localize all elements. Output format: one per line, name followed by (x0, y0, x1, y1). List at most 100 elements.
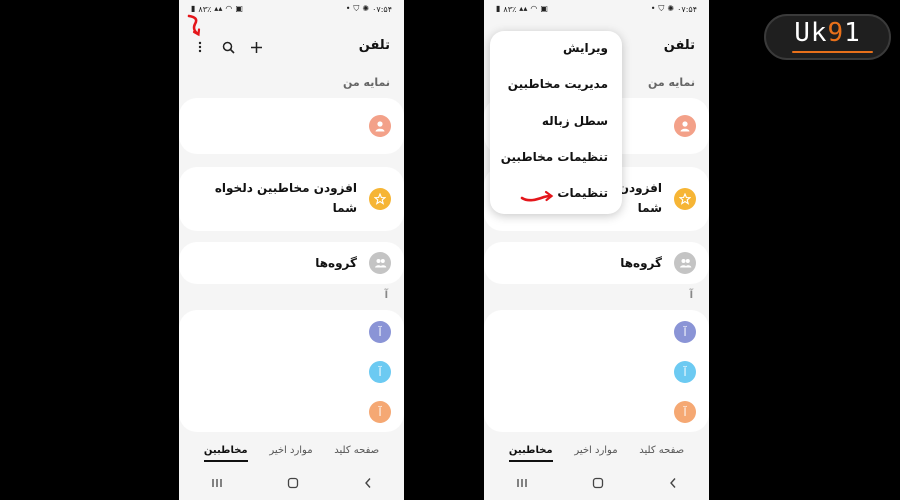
add-favorites-card[interactable]: افزودن مخاطبین دلخواه شما (179, 167, 404, 231)
recent-apps-button[interactable] (211, 477, 223, 491)
phone-screen-right: ▮ ۸۳٪ ▴▴ ◠ ▣ • ⛉ ✺ ۰۷:۵۴ تلفن نمایه من ا… (484, 0, 709, 500)
groups-card[interactable]: گروه‌ها (484, 242, 709, 284)
add-favorites-line-2: شما (332, 201, 357, 215)
menu-item-trash[interactable]: سطل زباله (542, 114, 608, 128)
sun-icon: ✺ (362, 4, 370, 13)
tab-keypad[interactable]: صفحه کلید (334, 445, 379, 460)
menu-item-edit[interactable]: ویرایش (563, 41, 608, 55)
bottom-tabs: صفحه کلید موارد اخیر مخاطبین (484, 438, 709, 466)
shield-icon: ⛉ (658, 4, 665, 13)
signal-icon: ▴▴ (519, 4, 528, 13)
wifi-icon: ◠ (530, 4, 538, 13)
tab-contacts[interactable]: مخاطبین (203, 445, 248, 462)
recent-apps-button[interactable] (516, 477, 528, 491)
shield-icon: ⛉ (353, 4, 360, 13)
back-icon (364, 477, 371, 488)
notification-dot-icon: • (650, 4, 656, 13)
contacts-list: آ آ آ (484, 310, 709, 432)
toolbar (191, 36, 265, 58)
add-favorites-line-1: افزودن مخاطبین دلخواه (214, 181, 357, 195)
logo-text-accent: 9 (827, 18, 845, 48)
groups-card[interactable]: گروه‌ها (179, 242, 404, 284)
tab-recents[interactable]: موارد اخیر (269, 445, 312, 460)
group-icon (679, 259, 691, 268)
groups-label: گروه‌ها (620, 256, 662, 270)
menu-item-contact-settings[interactable]: تنظیمات مخاطبین (501, 150, 608, 164)
search-button[interactable] (219, 36, 237, 58)
person-icon (375, 121, 385, 132)
favorites-avatar (369, 188, 391, 210)
my-profile-card[interactable] (179, 98, 404, 154)
star-icon (679, 193, 691, 205)
favorites-avatar (674, 188, 696, 210)
battery-icon: ▮ (191, 4, 196, 13)
groups-avatar (369, 252, 391, 274)
notification-dot-icon: • (345, 4, 351, 13)
home-button[interactable] (287, 477, 299, 492)
app-title: تلفن (663, 38, 695, 53)
more-options-button[interactable] (191, 36, 209, 58)
profile-section-label: نمایه من (343, 76, 390, 89)
phone-screen-left: ▮ ۸۳٪ ▴▴ ◠ ▣ • ⛉ ✺ ۰۷:۵۴ تلفن نمایه من ا… (179, 0, 404, 500)
clock: ۰۷:۵۴ (372, 4, 392, 14)
bottom-tabs: صفحه کلید موارد اخیر مخاطبین (179, 438, 404, 466)
status-bar: ▮ ۸۳٪ ▴▴ ◠ ▣ • ⛉ ✺ ۰۷:۵۴ (484, 0, 709, 18)
person-icon (680, 121, 690, 132)
logo-text: Uk91 (764, 18, 891, 48)
groups-avatar (674, 252, 696, 274)
contact-avatar[interactable]: آ (369, 321, 391, 343)
recents-icon (212, 479, 222, 487)
battery-icon: ▮ (496, 4, 501, 13)
home-button[interactable] (592, 477, 604, 492)
menu-item-manage-contacts[interactable]: مدیریت مخاطبین (508, 77, 608, 91)
sun-icon: ✺ (667, 4, 675, 13)
contact-avatar[interactable]: آ (674, 321, 696, 343)
contact-avatar[interactable]: آ (369, 401, 391, 423)
status-bar: ▮ ۸۳٪ ▴▴ ◠ ▣ • ⛉ ✺ ۰۷:۵۴ (179, 0, 404, 18)
recents-icon (517, 479, 527, 487)
image-icon: ▣ (540, 4, 548, 13)
more-vert-icon (198, 41, 202, 53)
back-button[interactable] (364, 477, 372, 492)
app-bar: تلفن (179, 30, 404, 64)
add-favorites-label: افزودن مخاطبین دلخواه شما (207, 178, 357, 218)
contact-avatar[interactable]: آ (674, 401, 696, 423)
site-logo: Uk91 (764, 14, 891, 60)
back-icon (669, 477, 676, 488)
search-icon (222, 41, 235, 54)
battery-level: ۸۳٪ (503, 4, 517, 14)
app-title: تلفن (358, 38, 390, 53)
tab-keypad[interactable]: صفحه کلید (639, 445, 684, 460)
overflow-menu: ویرایش مدیریت مخاطبین سطل زباله تنظیمات … (490, 31, 622, 214)
annotation-arrow-icon (187, 14, 201, 37)
logo-text-part: U (794, 18, 811, 48)
contact-avatar[interactable]: آ (674, 361, 696, 383)
plus-icon (250, 41, 262, 53)
menu-item-settings[interactable]: تنظیمات (557, 186, 608, 200)
alphabet-index-header: آ (689, 290, 693, 301)
profile-avatar (674, 115, 696, 137)
contact-avatar[interactable]: آ (369, 361, 391, 383)
tab-recents[interactable]: موارد اخیر (574, 445, 617, 460)
tab-contacts[interactable]: مخاطبین (508, 445, 553, 462)
groups-label: گروه‌ها (315, 256, 357, 270)
profile-avatar (369, 115, 391, 137)
system-nav-bar (179, 474, 404, 494)
wifi-icon: ◠ (225, 4, 233, 13)
clock: ۰۷:۵۴ (677, 4, 697, 14)
home-icon (593, 477, 604, 488)
star-icon (374, 193, 386, 205)
group-icon (374, 259, 386, 268)
back-button[interactable] (669, 477, 677, 492)
logo-underline (792, 51, 873, 53)
logo-text-part: 1 (844, 18, 861, 48)
image-icon: ▣ (235, 4, 243, 13)
system-nav-bar (484, 474, 709, 494)
contacts-list: آ آ آ (179, 310, 404, 432)
alphabet-index-header: آ (384, 290, 388, 301)
logo-text-part: k (810, 18, 828, 48)
annotation-arrow-icon (520, 190, 554, 202)
add-contact-button[interactable] (247, 36, 265, 58)
signal-icon: ▴▴ (214, 4, 223, 13)
profile-section-label: نمایه من (648, 76, 695, 89)
